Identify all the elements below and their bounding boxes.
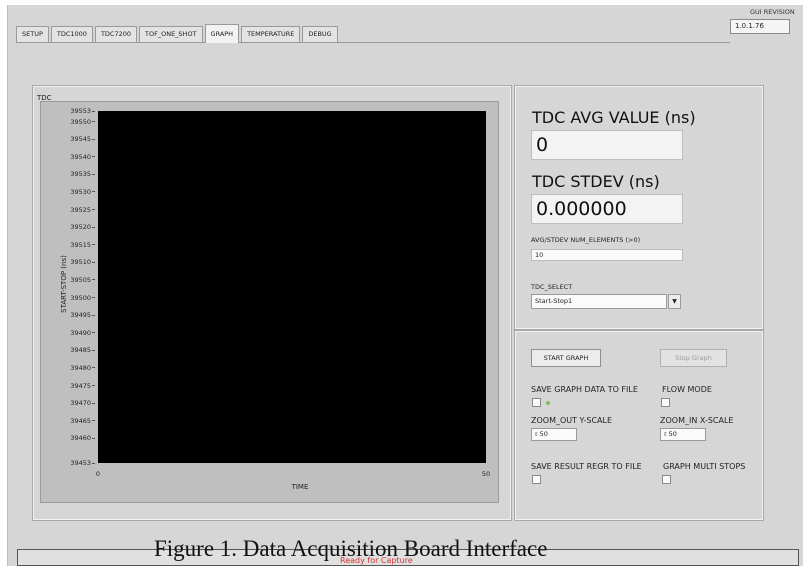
num-elements-label: AVG/STDEV NUM_ELEMENTS (>0) <box>531 236 641 244</box>
y-tick-label: 39545 <box>70 135 95 143</box>
flow-mode-checkbox[interactable] <box>661 398 670 407</box>
y-tick-label: 39515 <box>70 241 95 249</box>
tdc-select-dropdown[interactable]: Start-Stop1 <box>531 294 667 309</box>
plot-area[interactable] <box>98 111 486 463</box>
x-tick-label: 0 <box>95 470 101 478</box>
zoom-in-x-input[interactable]: ⇕50 <box>660 428 706 441</box>
tdc-avg-value: 0 <box>531 130 683 160</box>
graph-multi-stops-checkbox[interactable] <box>662 475 671 484</box>
graph-multi-stops-label: GRAPH MULTI STOPS <box>663 462 746 471</box>
zoom-in-x-label: ZOOM_IN X-SCALE <box>660 416 734 425</box>
num-elements-input[interactable]: 10 <box>531 249 683 261</box>
save-graph-data-label: SAVE GRAPH DATA TO FILE <box>531 385 638 394</box>
y-tick-label: 39550 <box>70 118 95 126</box>
tab-tdc7200[interactable]: TDC7200 <box>94 26 138 42</box>
increment-arrows-icon[interactable]: ⇕ <box>663 432 668 438</box>
y-tick-label: 39490 <box>70 329 95 337</box>
tdc-select-label: TDC_SELECT <box>531 283 573 291</box>
increment-arrows-icon[interactable]: ⇕ <box>534 432 539 438</box>
tab-strip-divider <box>16 42 730 43</box>
save-result-regr-label: SAVE RESULT REGR TO FILE <box>531 462 642 471</box>
y-tick-label: 39525 <box>70 206 95 214</box>
tdc-avg-label: TDC AVG VALUE (ns) <box>532 108 696 127</box>
y-tick-label: 39500 <box>70 294 95 302</box>
save-graph-data-checkbox[interactable] <box>532 398 541 407</box>
zoom-out-y-value: 50 <box>539 430 548 438</box>
y-tick-label: 39553 <box>70 107 95 115</box>
y-tick-label: 39475 <box>70 382 95 390</box>
gui-revision-field: 1.0.1.76 <box>730 19 790 34</box>
figure-caption: Figure 1. Data Acquisition Board Interfa… <box>154 536 548 561</box>
x-tick-label: 50 <box>481 470 491 478</box>
zoom-out-y-label: ZOOM_OUT Y-SCALE <box>531 416 613 425</box>
tab-graph[interactable]: GRAPH <box>204 24 240 43</box>
chevron-down-icon[interactable]: ▼ <box>668 294 681 309</box>
y-tick-label: 39535 <box>70 170 95 178</box>
y-tick-label: 39485 <box>70 346 95 354</box>
tab-tof-one-shot[interactable]: TOF_ONE_SHOT <box>139 26 203 42</box>
y-tick-label: 39470 <box>70 399 95 407</box>
tab-debug[interactable]: DEBUG <box>302 26 338 42</box>
save-result-regr-checkbox[interactable] <box>532 475 541 484</box>
y-axis-label: START-STOP (ns) <box>60 255 68 313</box>
y-tick-label: 39480 <box>70 364 95 372</box>
flow-mode-label: FLOW MODE <box>662 385 712 394</box>
y-axis-ticks: 39553 39550 39545 39540 39535 39530 39525 39520… <box>40 0 98 566</box>
y-tick-label: 39530 <box>70 188 95 196</box>
y-tick-label: 39460 <box>70 434 95 442</box>
y-tick-label: 39465 <box>70 417 95 425</box>
tdc-stdev-label: TDC STDEV (ns) <box>532 172 660 191</box>
x-axis-label: TIME <box>291 483 309 491</box>
tab-temperature[interactable]: TEMPERATURE <box>241 26 301 42</box>
zoom-out-y-input[interactable]: ⇕50 <box>531 428 577 441</box>
y-tick-label: 39540 <box>70 153 95 161</box>
gui-revision-label: GUI REVISION <box>750 8 795 16</box>
y-tick-label: 39505 <box>70 276 95 284</box>
start-graph-button[interactable]: START GRAPH <box>531 349 601 367</box>
y-tick-label: 39520 <box>70 223 95 231</box>
y-tick-label: 39453 <box>70 459 95 467</box>
tdc-stdev-value: 0.000000 <box>531 194 683 224</box>
status-led-icon <box>546 401 550 405</box>
stop-graph-button[interactable]: Stop Graph <box>660 349 727 367</box>
zoom-in-x-value: 50 <box>668 430 677 438</box>
y-tick-label: 39510 <box>70 258 95 266</box>
y-tick-label: 39495 <box>70 311 95 319</box>
